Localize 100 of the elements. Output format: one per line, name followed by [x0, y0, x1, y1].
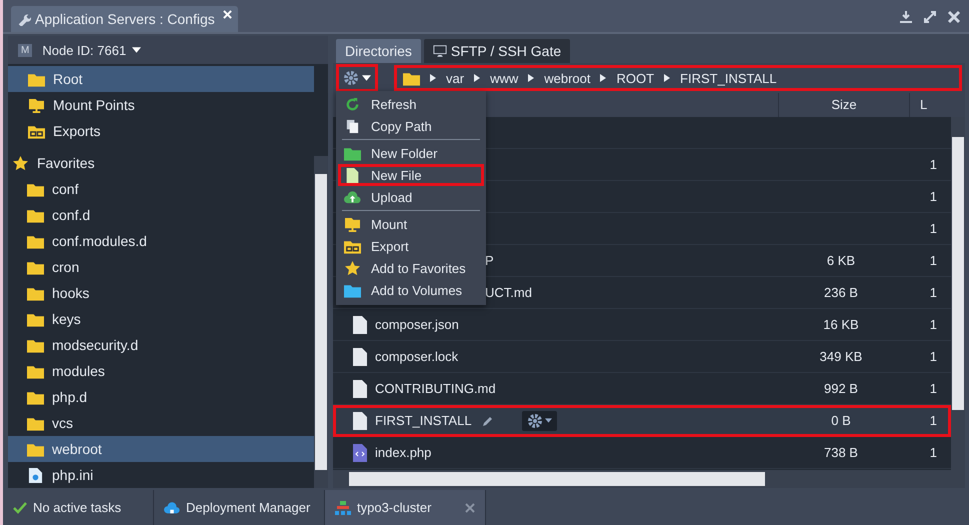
folder-icon: [27, 338, 44, 352]
folder-icon: [403, 70, 420, 86]
file-icon: [344, 168, 361, 182]
caret-icon: [132, 47, 142, 53]
file-icon: [353, 412, 367, 430]
tree-item[interactable]: webroot: [8, 436, 314, 462]
cluster-icon: [335, 500, 351, 516]
menu-item[interactable]: Refresh: [338, 93, 484, 115]
node-badge: M: [18, 44, 32, 56]
table-cell-text: 1: [928, 253, 938, 268]
size-cell-text: 0 B: [830, 413, 852, 428]
folder-icon: [27, 286, 44, 300]
table-cell-text: 1: [928, 317, 938, 332]
pencil-icon[interactable]: [482, 414, 494, 426]
chevron-icon: [528, 74, 534, 82]
folder-icon: [344, 146, 361, 160]
config-file-icon: [27, 468, 44, 482]
tree-item[interactable]: php.d: [8, 384, 314, 410]
window-title: Application Servers : Configs: [35, 11, 215, 27]
breadcrumb-item[interactable]: ROOT: [616, 70, 654, 86]
chevron-icon: [664, 74, 670, 82]
caret-icon: [544, 418, 552, 423]
folder-icon: [27, 390, 44, 404]
file-name: UCT.md: [485, 285, 532, 300]
star-icon: [344, 260, 361, 276]
size-cell-text: 16 KB: [822, 317, 860, 332]
node-id-dropdown[interactable]: Node ID: 7661: [42, 42, 142, 58]
folder-link-icon: [28, 124, 45, 138]
chevron-icon: [474, 74, 480, 82]
tree-item[interactable]: modsecurity.d: [8, 332, 314, 358]
menu-item[interactable]: Add to Volumes: [338, 279, 484, 301]
menu-item[interactable]: Copy Path: [338, 115, 484, 137]
folder-icon: [27, 442, 44, 456]
close-icon[interactable]: [465, 502, 475, 512]
highlighted-row[interactable]: FIRST_INSTALL 0 B 1: [333, 405, 951, 437]
tree-item[interactable]: Exports: [8, 118, 314, 144]
caret-icon: [362, 75, 371, 81]
horizontal-scrollbar[interactable]: [333, 470, 965, 488]
cloud-upload-icon: [344, 190, 361, 204]
tree-item[interactable]: keys: [8, 306, 314, 332]
tree-item[interactable]: conf.d: [8, 202, 314, 228]
tree-item[interactable]: conf: [8, 176, 314, 202]
check-icon: [13, 500, 27, 514]
table-cell-text: 1: [928, 413, 938, 428]
menu-item[interactable]: Mount: [338, 213, 484, 235]
menu-item[interactable]: Upload: [338, 186, 484, 208]
size-cell-text: 349 KB: [818, 349, 864, 364]
tree-item[interactable]: Root: [8, 66, 314, 92]
folder-stand-icon: [344, 216, 361, 232]
download-icon[interactable]: [899, 10, 913, 24]
file-row[interactable]: composer.lock 349 KB 1: [333, 341, 951, 373]
column-header[interactable]: Size: [778, 93, 909, 117]
table-cell-text: 1: [928, 445, 938, 460]
size-cell-text: 738 B: [823, 445, 859, 460]
wrench-icon: [17, 12, 31, 26]
chevron-icon: [430, 74, 436, 82]
favorites-header[interactable]: Favorites: [8, 150, 314, 176]
gear-icon: [343, 70, 359, 86]
file-icon: [353, 316, 367, 334]
file-name: composer.lock: [375, 349, 458, 364]
file-icon: [353, 348, 367, 366]
folder-icon: [27, 312, 44, 326]
file-icon: [353, 380, 367, 398]
cloud-icon: [164, 500, 180, 516]
taskbar-item[interactable]: typo3-cluster: [325, 490, 486, 525]
file-row[interactable]: index.php 738 B 1: [333, 437, 951, 469]
tree-item[interactable]: vcs: [8, 410, 314, 436]
chevron-icon: [600, 74, 606, 82]
table-cell-text: 1: [928, 221, 938, 236]
terminal-icon: [432, 44, 447, 58]
file-name: P: [485, 253, 494, 268]
folder-icon: [27, 416, 44, 430]
folder-link-icon: [344, 238, 361, 254]
tree-item[interactable]: cron: [8, 254, 314, 280]
file-name: FIRST_INSTALL: [375, 413, 472, 428]
file-name: composer.json: [375, 317, 459, 332]
tree-item[interactable]: php.ini: [8, 462, 314, 488]
size-cell-text: 6 KB: [826, 253, 856, 268]
breadcrumb-item[interactable]: www: [490, 70, 518, 86]
file-row[interactable]: composer.json 16 KB 1: [333, 309, 951, 341]
row-settings-button[interactable]: [522, 410, 557, 430]
tab[interactable]: Directories: [336, 39, 421, 63]
tree-item[interactable]: conf.modules.d: [8, 228, 314, 254]
table-cell-text: 1: [928, 381, 938, 396]
tree-item[interactable]: hooks: [8, 280, 314, 306]
tree-item[interactable]: Mount Points: [8, 92, 314, 118]
expand-icon[interactable]: [923, 10, 937, 24]
file-name: CONTRIBUTING.md: [375, 381, 496, 396]
tree-item[interactable]: modules: [8, 358, 314, 384]
tab[interactable]: SFTP / SSH Gate: [424, 39, 570, 63]
breadcrumb-item[interactable]: var: [446, 70, 464, 86]
menu-item[interactable]: Add to Favorites: [338, 257, 484, 279]
table-cell-text: 1: [928, 189, 938, 204]
favorites-label: Favorites: [37, 155, 95, 171]
scrollbar[interactable]: [314, 156, 328, 488]
copy-icon: [344, 118, 361, 134]
breadcrumb-item[interactable]: FIRST_INSTALL: [680, 70, 777, 86]
breadcrumb-item[interactable]: webroot: [544, 70, 590, 86]
window-tab[interactable]: Application Servers : Configs: [11, 6, 238, 32]
refresh-icon: [344, 96, 361, 112]
